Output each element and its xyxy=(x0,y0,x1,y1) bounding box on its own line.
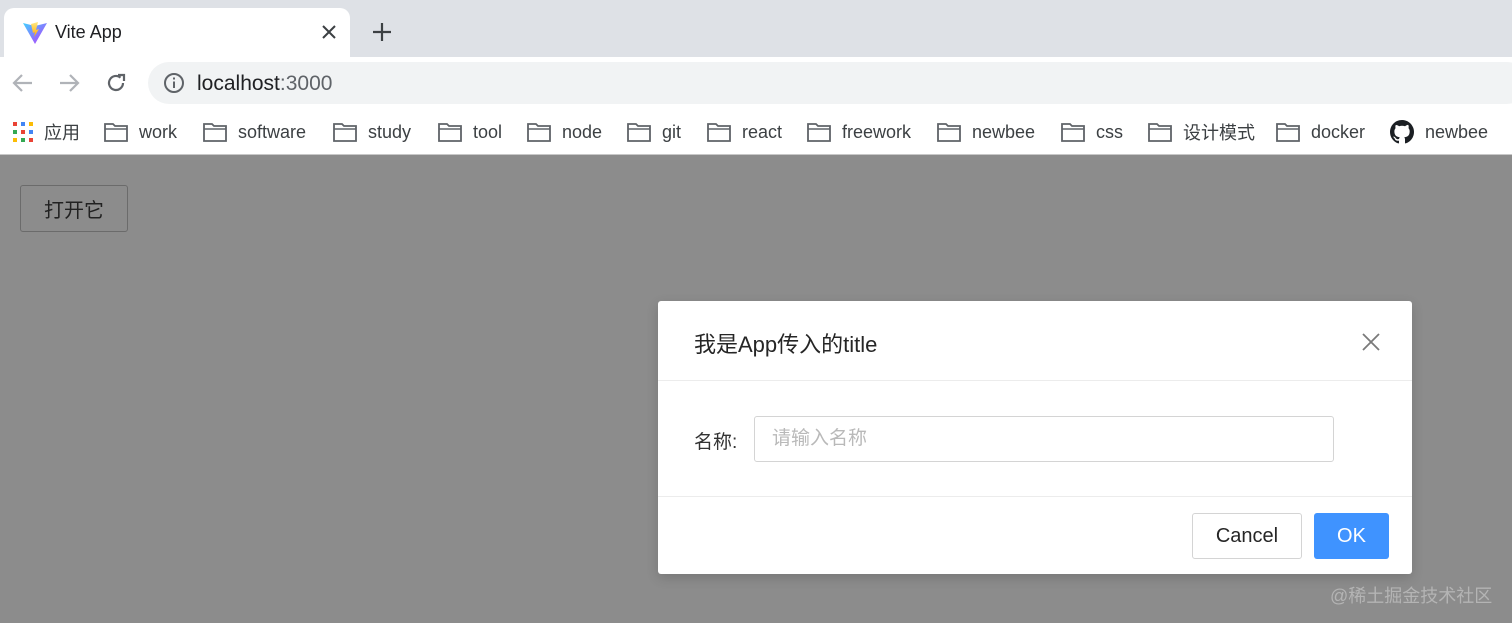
bookmark-folder-git[interactable]: git xyxy=(627,119,681,145)
bookmark-label: work xyxy=(139,121,178,142)
apps-grid-icon xyxy=(13,122,33,142)
close-icon[interactable] xyxy=(1358,329,1384,355)
browser-toolbar: localhost:3000 xyxy=(0,57,1512,109)
bookmark-folder-react[interactable]: react xyxy=(707,119,782,145)
folder-icon xyxy=(203,123,227,142)
folder-icon xyxy=(807,123,831,142)
url-host: localhost xyxy=(197,72,280,95)
folder-icon xyxy=(438,123,462,142)
folder-icon xyxy=(104,123,128,142)
bookmark-label: git xyxy=(662,121,682,142)
modal-header: 我是App传入的title xyxy=(658,301,1412,381)
bookmark-label: tool xyxy=(473,121,503,142)
folder-icon xyxy=(1276,123,1300,142)
bookmark-label: 应用 xyxy=(44,123,80,143)
cancel-button[interactable]: Cancel xyxy=(1192,513,1302,559)
bookmark-folder-work[interactable]: work xyxy=(104,119,177,145)
open-modal-button[interactable]: 打开它 xyxy=(20,185,128,232)
ok-button[interactable]: OK xyxy=(1314,513,1389,559)
bookmark-label: css xyxy=(1096,121,1123,142)
bookmark-label: newbee xyxy=(972,121,1036,142)
modal-dialog: 我是App传入的title 名称: Cancel OK xyxy=(658,301,1412,574)
bookmarks-bar: 应用 work software study tool node git rea… xyxy=(0,109,1512,155)
forward-arrow-icon[interactable] xyxy=(55,69,83,97)
reload-icon[interactable] xyxy=(102,69,130,97)
bookmark-label: freework xyxy=(842,121,912,142)
bookmark-folder-node[interactable]: node xyxy=(527,119,602,145)
bookmark-github-newbee[interactable]: newbee xyxy=(1390,119,1488,145)
browser-tab[interactable]: Vite App xyxy=(4,8,350,57)
close-tab-icon[interactable] xyxy=(317,20,341,44)
bookmark-label: 设计模式 xyxy=(1183,123,1255,143)
name-input[interactable] xyxy=(754,416,1334,462)
folder-icon xyxy=(1061,123,1085,142)
github-icon xyxy=(1390,120,1414,144)
bookmark-label: node xyxy=(562,121,603,142)
tab-strip: Vite App xyxy=(0,0,1512,57)
bookmark-folder-tool[interactable]: tool xyxy=(438,119,502,145)
folder-icon xyxy=(333,123,357,142)
back-arrow-icon[interactable] xyxy=(9,69,37,97)
folder-icon xyxy=(1148,123,1172,142)
bookmark-folder-study[interactable]: study xyxy=(333,119,411,145)
url-text: localhost:3000 xyxy=(197,72,332,96)
bookmark-label: software xyxy=(238,121,307,142)
bookmark-label: newbee xyxy=(1425,121,1489,142)
bookmark-label: react xyxy=(742,121,783,142)
modal-title: 我是App传入的title xyxy=(694,332,878,357)
vite-logo-icon xyxy=(23,22,47,44)
bookmark-folder-css[interactable]: css xyxy=(1061,119,1123,145)
bookmark-folder-newbee[interactable]: newbee xyxy=(937,119,1035,145)
name-field-label: 名称: xyxy=(694,432,738,453)
bookmark-folder-freework[interactable]: freework xyxy=(807,119,911,145)
url-port: :3000 xyxy=(279,72,333,95)
bookmark-apps[interactable]: 应用 xyxy=(13,119,80,145)
bookmark-label: study xyxy=(368,121,412,142)
tab-title: Vite App xyxy=(55,22,122,42)
folder-icon xyxy=(937,123,961,142)
folder-icon xyxy=(527,123,551,142)
plus-icon[interactable] xyxy=(368,18,396,46)
bookmark-label: docker xyxy=(1311,121,1366,142)
watermark: @稀土掘金技术社区 xyxy=(1330,586,1493,606)
folder-icon xyxy=(627,123,651,142)
modal-body: 名称: xyxy=(658,381,1412,497)
bookmark-folder-design-patterns[interactable]: 设计模式 xyxy=(1148,119,1255,145)
info-icon[interactable] xyxy=(163,72,185,94)
bookmark-folder-software[interactable]: software xyxy=(203,119,306,145)
bookmark-folder-docker[interactable]: docker xyxy=(1276,119,1365,145)
address-bar[interactable]: localhost:3000 xyxy=(148,62,1512,104)
folder-icon xyxy=(707,123,731,142)
